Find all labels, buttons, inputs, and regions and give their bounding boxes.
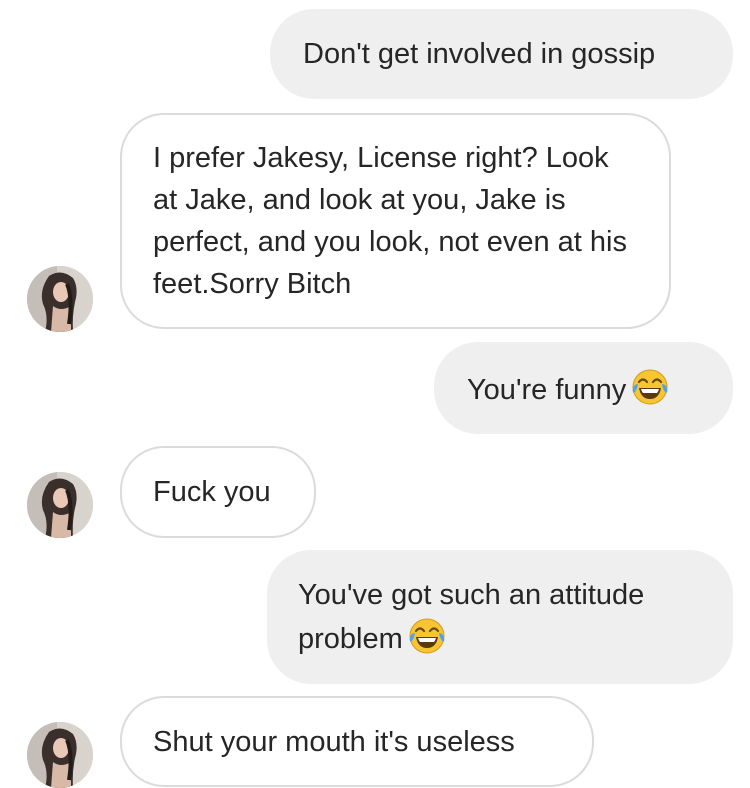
- message-text: Shut your mouth it's useless: [153, 726, 515, 758]
- message-incoming[interactable]: I prefer Jakesy, License right? Look at …: [120, 113, 671, 329]
- message-incoming[interactable]: Shut your mouth it's useless: [120, 696, 594, 787]
- tears-of-joy-icon: [630, 367, 670, 407]
- message-text: Don't get involved in gossip: [303, 38, 656, 70]
- message-outgoing[interactable]: Don't get involved in gossip: [270, 9, 733, 99]
- message-text: Fuck you: [153, 476, 271, 508]
- message-outgoing[interactable]: You're funny: [434, 342, 733, 434]
- message-text: You've got such an attitude problem: [298, 579, 645, 655]
- avatar-image: [27, 472, 93, 538]
- avatar-image: [27, 722, 93, 788]
- message-text: You're funny: [467, 374, 627, 406]
- tears-of-joy-icon: [407, 616, 447, 656]
- avatar-image: [27, 266, 93, 332]
- message-incoming[interactable]: Fuck you: [120, 446, 316, 538]
- message-text: I prefer Jakesy, License right? Look at …: [153, 142, 627, 300]
- contact-avatar[interactable]: [27, 722, 93, 788]
- contact-avatar[interactable]: [27, 266, 93, 332]
- contact-avatar[interactable]: [27, 472, 93, 538]
- message-outgoing[interactable]: You've got such an attitude problem: [267, 550, 733, 684]
